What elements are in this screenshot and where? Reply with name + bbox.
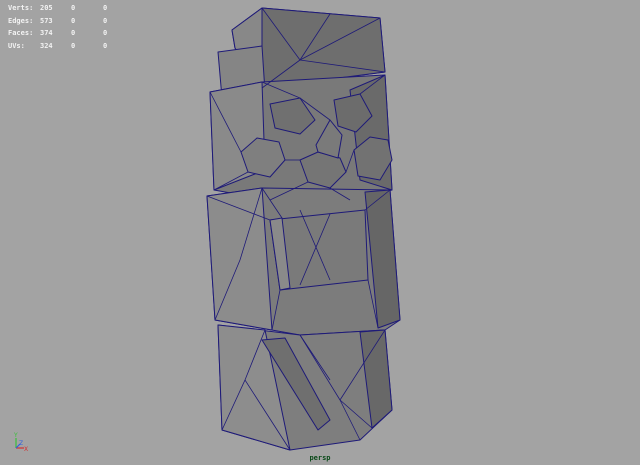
hud-selected: 0: [71, 29, 76, 37]
hud-label: Faces:: [8, 29, 34, 37]
hud-selected: 0: [71, 41, 76, 50]
hud-component: 0: [103, 29, 108, 37]
hud-component: 0: [103, 41, 108, 50]
hud-value: 205: [40, 4, 53, 12]
axis-z-label: Z: [19, 440, 23, 447]
hud-selected: 0: [71, 16, 76, 25]
xyz-axis-icon: Y Z X: [13, 432, 28, 453]
camera-label: persp: [309, 454, 331, 462]
hud-row-uvs: UVs: 324 0 0: [8, 40, 135, 53]
axis-y-label: Y: [13, 432, 18, 439]
hud-component: 0: [103, 16, 108, 25]
statue-mesh[interactable]: [0, 0, 640, 465]
hud-label: UVs:: [8, 41, 25, 50]
hud-label: Edges:: [8, 16, 34, 25]
hud-value: 324: [40, 41, 53, 50]
axis-x-label: X: [24, 446, 28, 453]
heads-up-display: Verts: 205 0 0 Edges: 573 0 0 Faces: 374…: [8, 2, 135, 52]
hud-value: 374: [40, 29, 53, 37]
hud-row-verts: Verts: 205 0 0: [8, 2, 135, 15]
hud-row-faces: Faces: 374 0 0: [8, 27, 135, 40]
hud-selected: 0: [71, 4, 76, 12]
perspective-viewport[interactable]: Verts: 205 0 0 Edges: 573 0 0 Faces: 374…: [0, 0, 640, 465]
hud-component: 0: [103, 4, 108, 12]
hud-row-edges: Edges: 573 0 0: [8, 15, 135, 28]
hud-value: 573: [40, 16, 53, 25]
hud-label: Verts:: [8, 4, 34, 12]
